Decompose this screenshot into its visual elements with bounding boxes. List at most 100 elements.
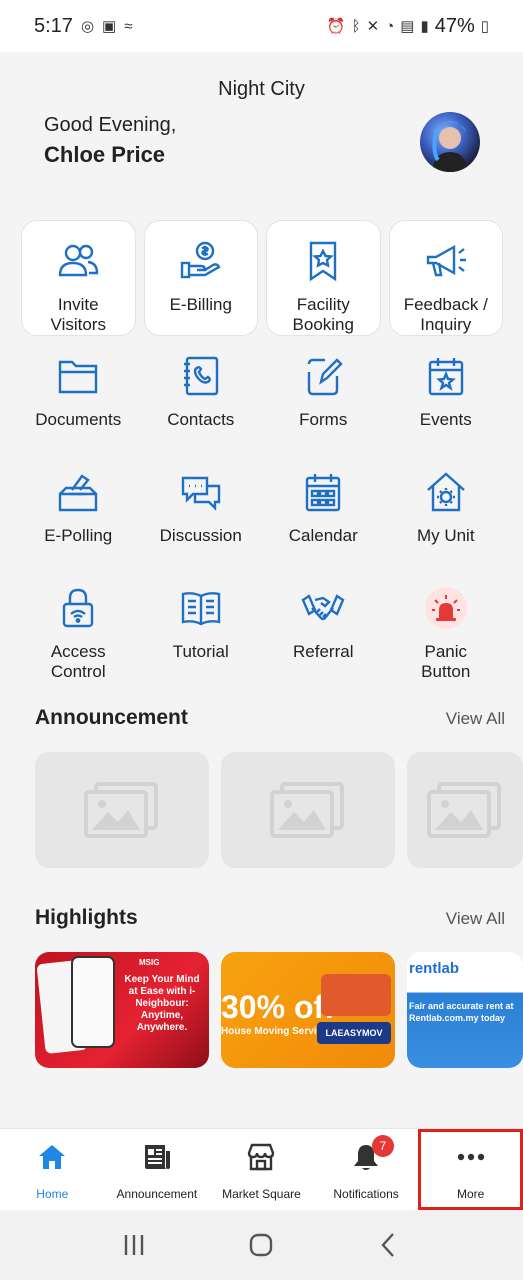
battery-icon: ▯ <box>480 18 489 35</box>
announcement-card[interactable] <box>407 752 523 868</box>
tile-label: Discussion <box>159 526 242 545</box>
tile-label: My Unit <box>416 526 475 545</box>
truck-image <box>321 974 391 1016</box>
avatar-image <box>432 121 468 172</box>
ballot-icon <box>59 474 98 512</box>
feature-grid: Invite Visitors E-Billing Facility Booki… <box>17 220 507 684</box>
tile-feedback-inquiry[interactable]: Feedback / Inquiry <box>388 220 503 336</box>
system-nav-bar <box>0 1210 523 1280</box>
announcement-view-all-link[interactable]: View All <box>446 709 505 729</box>
highlights-carousel[interactable]: MSIG Keep Your Mind at Ease with i-Neigh… <box>35 952 523 1068</box>
tile-label: E-Billing <box>169 295 232 314</box>
tile-label: Events <box>419 410 472 429</box>
tile-discussion[interactable]: Discussion <box>140 452 263 568</box>
tile-contacts[interactable]: Contacts <box>140 336 263 452</box>
tile-facility-booking[interactable]: Facility Booking <box>266 220 381 336</box>
access-control-icon <box>63 588 94 628</box>
highlight-brand: MSIG <box>139 958 160 967</box>
nav-label: Notifications <box>333 1187 399 1201</box>
status-bar: 5:17 ◎ ▣ ≈ ⏰ ᛒ ✕ ◔ ▤ ▮ 47% ▯ <box>0 0 523 52</box>
highlights-header: Highlights View All <box>35 906 505 930</box>
home-button-icon[interactable] <box>246 1230 276 1260</box>
announcement-header: Announcement View All <box>35 706 505 730</box>
bluetooth-icon: ᛒ <box>351 17 361 35</box>
tile-label: Tutorial <box>172 642 229 661</box>
nav-market-square[interactable]: Market Square <box>209 1129 314 1210</box>
notification-badge: 7 <box>371 1135 394 1157</box>
avatar[interactable] <box>420 112 480 172</box>
highlight-subtitle: House Moving Service <box>221 1026 328 1037</box>
tile-label: Documents <box>35 410 122 429</box>
highlights-view-all-link[interactable]: View All <box>446 909 505 929</box>
tile-label: Forms <box>299 410 348 429</box>
highlight-card-rentlab[interactable]: rentlab Fair and accurate rent at Rentla… <box>407 952 523 1068</box>
store-icon <box>248 1143 275 1171</box>
tile-events[interactable]: Events <box>385 336 508 452</box>
highlight-subtitle: Fair and accurate rent at Rentlab.com.my… <box>409 1001 514 1023</box>
contacts-icon <box>183 356 218 396</box>
mute-icon: ✕ <box>366 18 380 35</box>
tile-label: Facility Booking <box>292 295 354 334</box>
image-placeholder-icon <box>427 782 501 838</box>
tile-label: Panic Button <box>421 642 471 681</box>
tile-documents[interactable]: Documents <box>17 336 140 452</box>
tile-label: Feedback / Inquiry <box>403 295 488 334</box>
tile-label: Referral <box>293 642 354 661</box>
invite-visitors-icon <box>59 244 99 277</box>
tile-invite-visitors[interactable]: Invite Visitors <box>21 220 136 336</box>
tile-calendar[interactable]: Calendar <box>262 452 385 568</box>
highlight-card-msig[interactable]: MSIG Keep Your Mind at Ease with i-Neigh… <box>35 952 209 1068</box>
bottom-nav: Home Announcement Market Square 7 Notifi… <box>0 1128 523 1210</box>
tile-access-control[interactable]: Access Control <box>17 568 140 684</box>
status-right: ⏰ ᛒ ✕ ◔ ▤ ▮ 47% ▯ <box>327 15 489 38</box>
announcement-card[interactable] <box>221 752 395 868</box>
nav-label: Market Square <box>222 1187 301 1201</box>
tile-label: Calendar <box>288 526 358 545</box>
announcement-title: Announcement <box>35 706 188 729</box>
home-icon <box>39 1145 66 1169</box>
house-gear-icon <box>426 472 465 512</box>
tile-my-unit[interactable]: My Unit <box>385 452 508 568</box>
nav-home[interactable]: Home <box>0 1129 105 1210</box>
calendar-icon <box>306 474 341 512</box>
tile-forms[interactable]: Forms <box>262 336 385 452</box>
handshake-icon <box>301 594 345 621</box>
tile-label: Access Control <box>50 642 106 681</box>
tile-label: Invite Visitors <box>50 295 106 334</box>
tile-panic-button[interactable]: Panic Button <box>385 568 508 684</box>
teams-icon: ▣ <box>102 18 117 35</box>
tile-e-polling[interactable]: E-Polling <box>17 452 140 568</box>
recent-apps-icon[interactable] <box>119 1230 149 1260</box>
status-time: 5:17 <box>34 14 73 37</box>
signal-icon: ▮ <box>420 18 429 35</box>
header: Night City Good Evening, Chloe Price <box>0 52 523 202</box>
nav-announcement[interactable]: Announcement <box>105 1129 210 1210</box>
discussion-icon <box>181 476 220 511</box>
facility-booking-icon <box>310 241 337 282</box>
nav-more[interactable]: More <box>418 1129 523 1210</box>
feedback-icon <box>426 244 466 277</box>
coupon-code: LAEASYMOV <box>317 1022 391 1044</box>
nav-notifications[interactable]: 7 Notifications <box>314 1129 419 1210</box>
volte-icon: ▤ <box>400 18 415 35</box>
highlight-headline: rentlab <box>409 960 460 977</box>
battery-level: 47% <box>434 14 475 37</box>
tile-tutorial[interactable]: Tutorial <box>140 568 263 684</box>
location-title[interactable]: Night City <box>0 78 523 101</box>
tile-label: Contacts <box>167 410 235 429</box>
announcement-card[interactable] <box>35 752 209 868</box>
phone-image <box>71 956 115 1048</box>
back-icon[interactable] <box>374 1230 404 1260</box>
highlight-card-moving[interactable]: 30% off House Moving Service LAEASYMOV <box>221 952 395 1068</box>
tile-e-billing[interactable]: E-Billing <box>143 220 258 336</box>
siren-icon <box>424 587 467 629</box>
tile-referral[interactable]: Referral <box>262 568 385 684</box>
wifi-icon: ◔ <box>385 17 395 35</box>
status-left: 5:17 ◎ ▣ ≈ <box>34 15 132 38</box>
events-icon <box>428 358 463 396</box>
forms-icon <box>308 358 343 396</box>
nav-label: More <box>457 1187 485 1201</box>
nav-label: Home <box>36 1187 69 1201</box>
alarm-icon: ⏰ <box>326 18 346 35</box>
announcement-carousel[interactable] <box>35 752 523 868</box>
